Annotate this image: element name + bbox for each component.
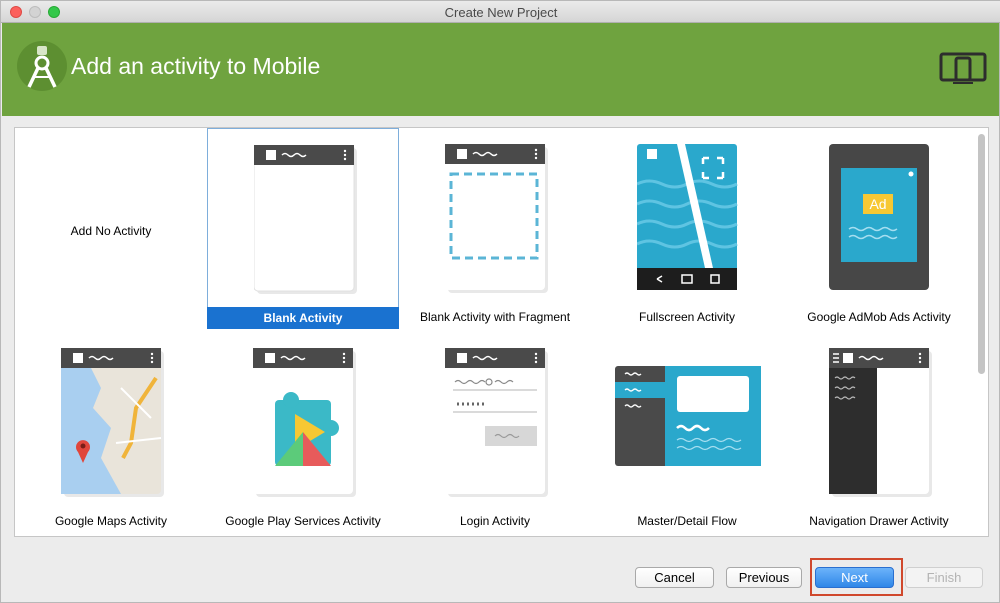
activity-label: Google Maps Activity [54, 514, 168, 528]
master-detail-thumbnail [615, 366, 761, 466]
activity-label: Add No Activity [70, 224, 152, 238]
fragment-activity-thumbnail [445, 144, 548, 293]
activity-tile-play-services[interactable]: Google Play Services Activity [207, 332, 399, 532]
title-bar: Create New Project [1, 1, 1000, 23]
activity-tile-master-detail[interactable]: Master/Detail Flow [591, 332, 783, 532]
activity-label: Navigation Drawer Activity [809, 514, 949, 528]
activity-label: Master/Detail Flow [637, 514, 737, 528]
activity-tile-blank[interactable]: Blank Activity [207, 128, 399, 329]
cancel-button[interactable]: Cancel [635, 567, 714, 588]
ad-badge: Ad [869, 196, 886, 212]
admob-activity-thumbnail: Ad [829, 144, 929, 292]
activity-label: Blank Activity with Fragment [419, 310, 571, 324]
activity-tile-fragment[interactable]: Blank Activity with Fragment [399, 128, 591, 328]
login-activity-thumbnail [445, 348, 548, 497]
form-factor-icon [939, 51, 987, 85]
activity-label: Google AdMob Ads Activity [807, 310, 951, 324]
activity-tile-fullscreen[interactable]: Fullscreen Activity [591, 128, 783, 328]
activity-label: Blank Activity [207, 307, 399, 329]
android-studio-logo [17, 41, 67, 91]
page-title: Add an activity to Mobile [71, 53, 321, 79]
activity-tile-none[interactable]: Add No Activity [15, 128, 207, 328]
activity-tile-maps[interactable]: Google Maps Activity [15, 332, 207, 532]
activity-tile-login[interactable]: Login Activity [399, 332, 591, 532]
activity-tile-admob[interactable]: Ad Google AdMob Ads Activity [783, 128, 975, 328]
activity-gallery: Add No Activity Blank Activity Blank Act… [14, 127, 989, 537]
next-button[interactable]: Next [815, 567, 894, 588]
fullscreen-activity-thumbnail [636, 144, 738, 292]
activity-tile-nav-drawer[interactable]: Navigation Drawer Activity [783, 332, 975, 532]
activity-label: Google Play Services Activity [225, 514, 381, 528]
previous-button[interactable]: Previous [726, 567, 802, 588]
window-title: Create New Project [444, 5, 558, 20]
wizard-header: Add an activity to Mobile [2, 23, 999, 116]
nav-drawer-activity-thumbnail [829, 348, 932, 497]
maps-activity-thumbnail [61, 348, 164, 497]
play-services-activity-thumbnail [253, 348, 356, 497]
finish-button[interactable]: Finish [905, 567, 983, 588]
activity-label: Login Activity [459, 514, 531, 528]
activity-label: Fullscreen Activity [638, 310, 736, 324]
gallery-scrollbar[interactable] [978, 134, 985, 374]
blank-activity-thumbnail [253, 144, 357, 294]
create-project-window: Create New Project Add an activity to Mo… [0, 0, 1000, 603]
